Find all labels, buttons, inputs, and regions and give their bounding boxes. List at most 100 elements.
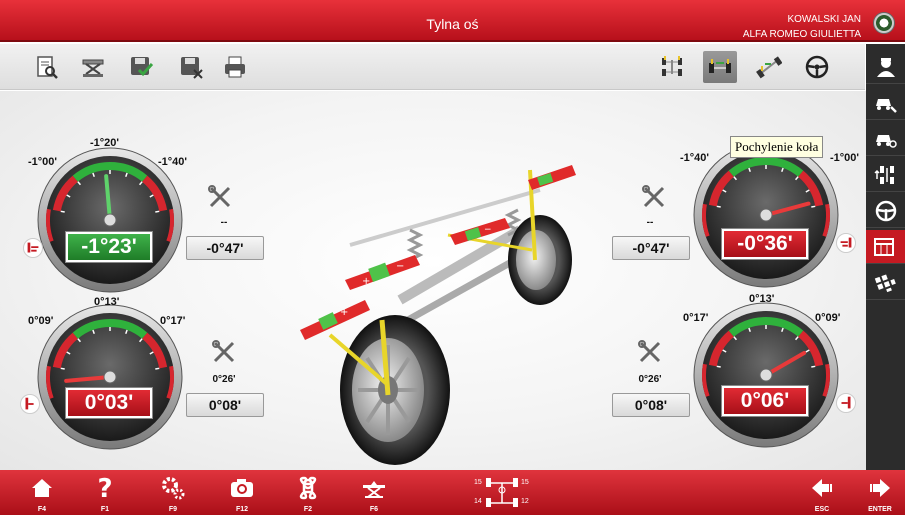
svg-text:+: + xyxy=(340,307,348,318)
command-button[interactable]: F2 xyxy=(283,470,333,515)
sidebar-car-search[interactable] xyxy=(866,122,905,156)
spec-value-front-left: -0°47' xyxy=(186,236,264,260)
svg-text:+: + xyxy=(362,276,370,287)
tick-label: 0°13' xyxy=(749,293,775,305)
wheel-left-icon xyxy=(20,394,40,414)
rear-axle-button[interactable] xyxy=(703,51,737,83)
svg-text:−: − xyxy=(484,225,492,235)
spec-value-rear-left: 0°08' xyxy=(186,393,264,417)
axle-diagram-icon xyxy=(486,478,518,507)
sidebar-grid-view[interactable] xyxy=(866,266,905,300)
home-button[interactable]: F4 xyxy=(17,470,67,515)
axle-adjust-icon xyxy=(873,165,894,184)
toe-value-rear-left: 0°03' xyxy=(65,387,153,419)
lift-icon xyxy=(82,59,104,77)
key-label: F12 xyxy=(235,506,249,513)
spec-value-front-right: -0°47' xyxy=(612,236,690,260)
tick-label: 0°09' xyxy=(815,312,841,324)
axle-number: 12 xyxy=(521,498,529,505)
save-button[interactable] xyxy=(124,51,158,83)
tick-label: 0°13' xyxy=(94,296,120,308)
axle-number: 15 xyxy=(521,479,529,486)
key-label: F9 xyxy=(168,506,178,513)
tooltip: Pochylenie koła xyxy=(730,136,824,158)
arrow-right-icon xyxy=(870,479,890,497)
car-search-icon xyxy=(875,134,897,148)
axle-number: 15 xyxy=(474,479,482,486)
spec-range-label: 0°26' xyxy=(638,374,662,385)
sidebar-axle-adjust[interactable] xyxy=(866,158,905,192)
toolbar xyxy=(0,44,865,90)
tick-label: -1°00' xyxy=(28,156,58,168)
lift-button[interactable]: F6 xyxy=(349,470,399,515)
wrench-screwdriver-icon xyxy=(208,185,231,208)
axle-view-button[interactable] xyxy=(655,51,689,83)
right-sidebar xyxy=(862,44,905,470)
save-icon xyxy=(131,57,154,77)
esc-button[interactable]: ESC xyxy=(797,470,847,515)
table-view-icon xyxy=(873,237,894,256)
key-label: F6 xyxy=(369,506,379,513)
axle-number: 14 xyxy=(474,498,482,505)
sidebar-technician[interactable] xyxy=(866,50,905,84)
sidebar-table-view[interactable] xyxy=(862,230,905,264)
rear-axle-icon xyxy=(709,59,731,73)
document-search-button[interactable] xyxy=(30,51,64,83)
svg-text:?: ? xyxy=(97,475,112,501)
key-label: F1 xyxy=(100,506,110,513)
camera-button[interactable]: F12 xyxy=(217,470,267,515)
key-label: ENTER xyxy=(868,506,892,513)
title-bar: Tylna oś KOWALSKI JAN ALFA ROMEO GIULIET… xyxy=(0,0,905,42)
save-settings-icon xyxy=(181,57,203,79)
camber-value-front-left: -1°23' xyxy=(65,231,153,263)
wheel-left-icon xyxy=(23,238,43,258)
steering-wheel-icon xyxy=(805,55,829,79)
axle-view-icon xyxy=(662,56,682,76)
camber-value-front-right: -0°36' xyxy=(721,228,809,260)
wrench-screwdriver-icon xyxy=(638,340,661,363)
sidebar-car-settings[interactable] xyxy=(866,86,905,120)
tick-label: -1°20' xyxy=(90,137,120,149)
toe-value-rear-right: 0°06' xyxy=(721,385,809,417)
technician-icon xyxy=(876,57,895,77)
command-icon xyxy=(299,476,317,500)
lift-icon xyxy=(363,481,385,498)
vehicle-name: ALFA ROMEO GIULIETTA xyxy=(742,29,861,40)
wheel-right-icon xyxy=(836,233,856,253)
axle-3d-button[interactable] xyxy=(752,51,786,83)
key-label: ESC xyxy=(814,506,830,513)
tick-label: 0°17' xyxy=(160,315,186,327)
axle-3d-icon xyxy=(756,56,782,79)
save-settings-button[interactable] xyxy=(174,51,208,83)
car-settings-icon xyxy=(875,98,897,113)
wrench-screwdriver-icon xyxy=(212,340,235,363)
tick-label: 0°09' xyxy=(28,315,54,327)
home-icon xyxy=(32,479,52,497)
help-button[interactable]: ? F1 xyxy=(80,470,130,515)
user-name: KOWALSKI JAN xyxy=(787,14,861,25)
settings-button[interactable]: F9 xyxy=(148,470,198,515)
steering-wheel-button[interactable] xyxy=(800,51,834,83)
spec-value-rear-right: 0°08' xyxy=(612,393,690,417)
svg-text:−: − xyxy=(396,261,404,272)
wrench-screwdriver-icon xyxy=(642,185,665,208)
spec-range-label: 0°26' xyxy=(212,374,236,385)
tick-label: -1°40' xyxy=(680,152,710,164)
camera-icon xyxy=(231,479,253,497)
enter-button[interactable]: ENTER xyxy=(855,470,905,515)
tick-label: 0°17' xyxy=(683,312,709,324)
lift-button[interactable] xyxy=(76,51,110,83)
sidebar-steering[interactable] xyxy=(866,194,905,228)
settings-icon xyxy=(162,477,185,500)
spec-range-label: -- xyxy=(646,217,654,228)
document-search-icon xyxy=(37,56,58,79)
alfa-romeo-logo-icon xyxy=(873,12,895,34)
axle-status-indicator: 15 15 14 12 xyxy=(474,476,534,510)
rear-axle-illustration: + − + − xyxy=(300,165,576,465)
key-label: F4 xyxy=(37,506,47,513)
arrow-left-icon xyxy=(812,479,832,497)
print-button[interactable] xyxy=(218,51,252,83)
help-icon: ? xyxy=(97,475,112,501)
wheel-right-icon xyxy=(836,393,856,413)
grid-view-icon xyxy=(874,273,896,292)
